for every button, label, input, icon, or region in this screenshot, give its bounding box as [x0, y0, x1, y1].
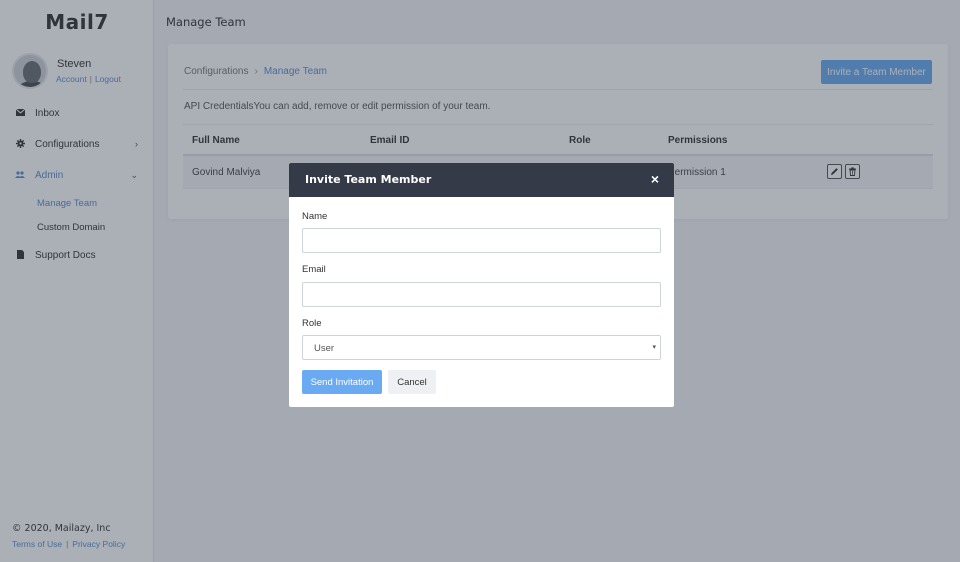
- name-input[interactable]: [302, 228, 661, 253]
- name-label: Name: [302, 211, 328, 222]
- send-invitation-button[interactable]: Send Invitation: [302, 370, 382, 394]
- role-label: Role: [302, 318, 322, 329]
- modal-title: Invite Team Member: [305, 173, 432, 186]
- role-select[interactable]: User ▾: [302, 335, 661, 360]
- invite-team-member-modal: Invite Team Member × Name Email Role Use…: [289, 163, 674, 407]
- close-icon[interactable]: ×: [651, 172, 659, 186]
- cancel-button[interactable]: Cancel: [388, 370, 436, 394]
- email-input[interactable]: [302, 282, 661, 307]
- modal-header: Invite Team Member ×: [289, 163, 674, 197]
- email-label: Email: [302, 264, 326, 275]
- caret-down-icon: ▾: [652, 344, 656, 351]
- role-selected-value: User: [314, 343, 335, 354]
